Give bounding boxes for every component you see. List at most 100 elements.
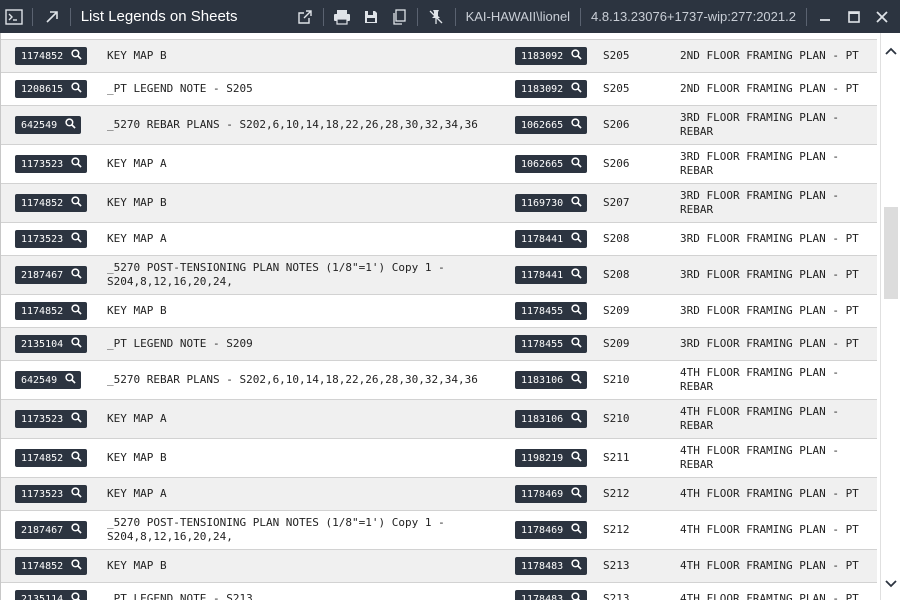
sheet-id-button[interactable]: 1183092: [515, 80, 587, 98]
divider: [323, 7, 325, 26]
search-icon: [571, 523, 582, 537]
sheet-title: 3RD FLOOR FRAMING PLAN - PT: [680, 232, 859, 245]
scroll-down-icon[interactable]: [881, 574, 900, 594]
sheet-id-button[interactable]: 1178455: [515, 335, 587, 353]
legend-id-button[interactable]: 642549: [15, 371, 81, 389]
legend-id-button[interactable]: 642549: [15, 116, 81, 134]
legend-name: KEY MAP A: [107, 157, 167, 170]
legend-name: _5270 POST-TENSIONING PLAN NOTES (1/8"=1…: [107, 516, 445, 543]
legend-id-button[interactable]: 2135114: [15, 590, 87, 600]
sheet-id-button[interactable]: 1178441: [515, 266, 587, 284]
legend-id-label: 1173523: [21, 413, 64, 425]
divider: [69, 7, 71, 26]
search-icon: [571, 337, 582, 351]
search-icon: [571, 118, 582, 132]
sheet-id-button[interactable]: 1062665: [515, 116, 587, 134]
sheet-number: S206: [603, 157, 630, 170]
search-icon: [571, 268, 582, 282]
legend-name: KEY MAP A: [107, 412, 167, 425]
vertical-scrollbar[interactable]: [880, 33, 900, 600]
search-icon: [571, 304, 582, 318]
sheet-id-button[interactable]: 1178483: [515, 557, 587, 575]
scroll-thumb[interactable]: [884, 207, 898, 299]
table-row: 1173523 KEY MAP A 1183106 S210 4TH FLOOR FRA…: [1, 400, 877, 439]
search-icon: [65, 373, 76, 387]
sheet-id-button[interactable]: 1183092: [515, 47, 587, 65]
popout-icon[interactable]: [291, 0, 319, 33]
legend-id-button[interactable]: 1174852: [15, 449, 87, 467]
legend-id-button[interactable]: 1174852: [15, 557, 87, 575]
sheet-number: S209: [603, 304, 630, 317]
sheet-id-label: 1178455: [521, 338, 564, 350]
table-row: 1174852 KEY MAP B 1183092 S205 2ND FLOOR FRA…: [1, 40, 877, 73]
sheet-id-label: 1178469: [521, 488, 564, 500]
sheet-id-label: 1183106: [521, 374, 564, 386]
legend-id-button[interactable]: 1174852: [15, 194, 87, 212]
user-name: KAI-HAWAII\lionel: [465, 9, 571, 24]
sheet-id-button[interactable]: 1062665: [515, 155, 587, 173]
table-row: 642549 _5270 REBAR PLANS - S202,6,10,14,1…: [1, 361, 877, 400]
sheet-title: 4TH FLOOR FRAMING PLAN - REBAR: [680, 366, 839, 393]
sheet-id-button[interactable]: 1183106: [515, 410, 587, 428]
sheet-id-label: 1198219: [521, 452, 564, 464]
search-icon: [571, 196, 582, 210]
legend-id-button[interactable]: 2135104: [15, 335, 87, 353]
table-row: 2187467 _5270 POST-TENSIONING PLAN NOTES …: [1, 511, 877, 550]
search-icon: [71, 592, 82, 600]
sheet-id-button[interactable]: 1183106: [515, 371, 587, 389]
sheet-id-button[interactable]: 1178483: [515, 590, 587, 600]
legend-id-button[interactable]: 2187467: [15, 521, 87, 539]
legend-id-button[interactable]: 1173523: [15, 485, 87, 503]
legend-id-label: 1173523: [21, 158, 64, 170]
sheet-id-button[interactable]: 1198219: [515, 449, 587, 467]
legend-id-label: 2135114: [21, 593, 64, 600]
legend-id-button[interactable]: 1173523: [15, 230, 87, 248]
legend-name: _PT LEGEND NOTE - S213: [107, 592, 253, 600]
legend-table: 1174852 KEY MAP B 1183092 S205 2ND FLOOR FRA…: [0, 33, 900, 600]
sheet-title: 4TH FLOOR FRAMING PLAN - PT: [680, 592, 859, 600]
sheet-number: S208: [603, 232, 630, 245]
legend-id-button[interactable]: 1173523: [15, 410, 87, 428]
legend-id-button[interactable]: 1208615: [15, 80, 87, 98]
sheet-id-button[interactable]: 1178455: [515, 302, 587, 320]
sheet-id-button[interactable]: 1178441: [515, 230, 587, 248]
sheet-title: 3RD FLOOR FRAMING PLAN - PT: [680, 268, 859, 281]
minimize-icon[interactable]: [811, 0, 839, 33]
table-rows: 1174852 KEY MAP B 1183092 S205 2ND FLOOR FRA…: [1, 33, 879, 600]
sheet-id-button[interactable]: 1178469: [515, 521, 587, 539]
legend-id-button[interactable]: 2187467: [15, 266, 87, 284]
arrow-up-right-icon[interactable]: [37, 0, 65, 33]
legend-id-label: 2187467: [21, 524, 64, 536]
divider: [32, 7, 34, 26]
legend-name: KEY MAP A: [107, 232, 167, 245]
table-row: 1174852 KEY MAP B 1178455 S209 3RD FLOOR FRA…: [1, 295, 877, 328]
legend-id-label: 1174852: [21, 452, 64, 464]
print-icon[interactable]: [328, 0, 356, 33]
sheet-id-label: 1178441: [521, 269, 564, 281]
copy-icon[interactable]: [385, 0, 413, 33]
search-icon: [71, 559, 82, 573]
search-icon: [571, 82, 582, 96]
legend-name: KEY MAP A: [107, 487, 167, 500]
sheet-title: 4TH FLOOR FRAMING PLAN - REBAR: [680, 405, 839, 432]
legend-id-button[interactable]: 1174852: [15, 47, 87, 65]
table-row: 1173523 KEY MAP A 1062665 S206 3RD FLOOR FRA…: [1, 145, 877, 184]
legend-id-label: 2187467: [21, 269, 64, 281]
close-icon[interactable]: [868, 0, 896, 33]
search-icon: [571, 373, 582, 387]
save-icon[interactable]: [356, 0, 384, 33]
sheet-id-button[interactable]: 1178469: [515, 485, 587, 503]
legend-id-button[interactable]: 1173523: [15, 155, 87, 173]
sheet-id-label: 1178469: [521, 524, 564, 536]
scroll-up-icon[interactable]: [881, 41, 900, 61]
pin-icon[interactable]: [422, 0, 450, 33]
sheet-id-label: 1183092: [521, 83, 564, 95]
sheet-title: 3RD FLOOR FRAMING PLAN - REBAR: [680, 111, 839, 138]
console-icon[interactable]: [0, 0, 28, 33]
sheet-id-button[interactable]: 1169730: [515, 194, 587, 212]
legend-id-button[interactable]: 1174852: [15, 302, 87, 320]
maximize-icon[interactable]: [839, 0, 867, 33]
legend-id-label: 1174852: [21, 305, 64, 317]
search-icon: [571, 487, 582, 501]
sheet-id-label: 1169730: [521, 197, 564, 209]
